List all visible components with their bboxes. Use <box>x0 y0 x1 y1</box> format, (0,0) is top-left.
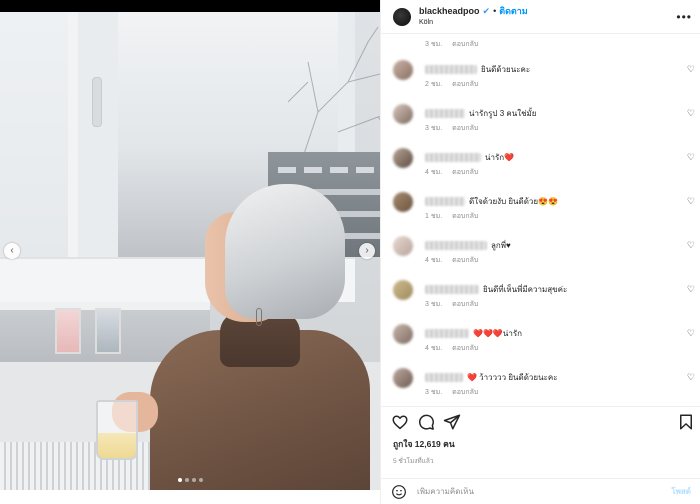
photo-scene <box>0 12 380 490</box>
comment-item: ดีใจด้วยงับ ยินดีด้วย😍😍 1 ชม. ตอบกลับ ♡ <box>381 192 700 232</box>
comment-time: 3 ชม. <box>425 389 443 396</box>
photo-frame <box>95 308 121 354</box>
smiley-icon[interactable] <box>391 484 407 500</box>
heart-icon[interactable]: ♡ <box>687 284 695 295</box>
reply-button[interactable]: ตอบกลับ <box>452 39 478 50</box>
comment-time: 3 ชม. <box>425 125 443 132</box>
carousel-next-button[interactable]: › <box>359 243 375 259</box>
comment-meta: 3 ชม. ตอบกลับ <box>425 39 478 50</box>
paper-plane-icon[interactable] <box>443 413 461 431</box>
comment-input[interactable] <box>417 487 672 496</box>
avatar[interactable] <box>393 280 413 300</box>
follow-button[interactable]: ติดตาม <box>499 6 528 17</box>
post-time[interactable]: 5 ชั่วโมงที่แล้ว <box>393 456 434 466</box>
avatar[interactable] <box>393 148 413 168</box>
comment-time: 2 ชม. <box>425 81 443 88</box>
comment-text: ❤️❤️❤️น่ารัก <box>473 329 522 338</box>
window-handle <box>92 77 102 127</box>
avatar[interactable] <box>393 7 411 26</box>
comment-text: น่ารักรูป 3 คนใช่มั้ย <box>469 109 537 118</box>
reply-button[interactable]: ตอบกลับ <box>452 123 478 134</box>
comment-item: ลูกพี่♥ 4 ชม. ตอบกลับ ♡ <box>381 236 700 276</box>
comment-username-blurred[interactable] <box>425 241 487 250</box>
comment-username-blurred[interactable] <box>425 153 481 162</box>
comment-item: ❤️❤️❤️น่ารัก 4 ชม. ตอบกลับ ♡ <box>381 324 700 364</box>
post-details-panel: blackheadpoo ✔ • ติดตาม Köln ••• 3 ชม. ต… <box>380 0 700 504</box>
heart-icon[interactable]: ♡ <box>687 328 695 339</box>
carousel-dots <box>178 478 203 482</box>
avatar[interactable] <box>393 368 413 388</box>
comment-username-blurred[interactable] <box>425 197 465 206</box>
tree-branches <box>287 26 380 172</box>
separator: • <box>493 5 497 16</box>
comment-compose: โพสต์ <box>381 478 700 504</box>
glass-cup <box>96 400 138 460</box>
carousel-dot <box>199 478 203 482</box>
comment-time: 1 ชม. <box>425 213 443 220</box>
reply-button[interactable]: ตอบกลับ <box>452 343 478 354</box>
reply-button[interactable]: ตอบกลับ <box>452 79 478 90</box>
post-header: blackheadpoo ✔ • ติดตาม Köln ••• <box>381 0 700 34</box>
heart-icon[interactable]: ♡ <box>687 196 695 207</box>
username-link[interactable]: blackheadpoo <box>419 6 480 17</box>
carousel-dot <box>192 478 196 482</box>
likes-count[interactable]: ถูกใจ 12,619 คน <box>393 437 455 451</box>
comment-time: 4 ชม. <box>425 345 443 352</box>
more-icon[interactable]: ••• <box>676 11 692 23</box>
comment-text: ยินดีด้วยนะคะ <box>481 65 531 74</box>
avatar[interactable] <box>393 236 413 256</box>
heart-icon[interactable] <box>391 413 409 431</box>
avatar[interactable] <box>393 192 413 212</box>
comment-item: น่ารัก❤️ 4 ชม. ตอบกลับ ♡ <box>381 148 700 188</box>
reply-button[interactable]: ตอบกลับ <box>452 299 478 310</box>
carousel-prev-button[interactable]: ‹ <box>4 243 20 259</box>
heart-icon[interactable]: ♡ <box>687 64 695 75</box>
comment-time: 4 ชม. <box>425 169 443 176</box>
comment-item: ยินดีด้วยนะคะ 2 ชม. ตอบกลับ ♡ <box>381 60 700 100</box>
comment-username-blurred[interactable] <box>425 109 465 118</box>
comment-username-blurred[interactable] <box>425 373 463 382</box>
avatar[interactable] <box>393 324 413 344</box>
comment-time: 3 ชม. <box>425 301 443 308</box>
heart-icon[interactable]: ♡ <box>687 372 695 383</box>
verified-badge-icon: ✔ <box>482 5 491 16</box>
comment-text: ลูกพี่♥ <box>491 241 511 250</box>
post-button[interactable]: โพสต์ <box>671 485 691 498</box>
comment-item: ❤️ ว้าวววว ยินดีด้วยนะคะ 3 ชม. ตอบกลับ ♡ <box>381 368 700 406</box>
avatar[interactable] <box>393 104 413 124</box>
carousel-dot <box>185 478 189 482</box>
action-bar <box>381 406 700 436</box>
comment-time: 4 ชม. <box>425 257 443 264</box>
earring <box>256 308 262 326</box>
reply-button[interactable]: ตอบกลับ <box>452 255 478 266</box>
heart-icon[interactable]: ♡ <box>687 240 695 251</box>
comment-username-blurred[interactable] <box>425 285 479 294</box>
comment-username-blurred[interactable] <box>425 329 469 338</box>
window-glass-left <box>0 12 78 257</box>
comment-item: ยินดีที่เห็นพี่มีความสุขค่ะ 3 ชม. ตอบกลับ… <box>381 280 700 320</box>
post-photo[interactable]: ‹ › <box>0 0 380 490</box>
reply-button[interactable]: ตอบกลับ <box>452 211 478 222</box>
comment-text: ❤️ ว้าวววว ยินดีด้วยนะคะ <box>467 373 558 382</box>
comment-icon[interactable] <box>417 413 435 431</box>
comments-list[interactable]: 3 ชม. ตอบกลับ ยินดีด้วยนะคะ 2 ชม. ตอบกลับ… <box>381 34 700 406</box>
photo-frame <box>55 308 81 354</box>
comment-time: 3 ชม. <box>425 41 443 48</box>
reply-button[interactable]: ตอบกลับ <box>452 167 478 178</box>
reply-button[interactable]: ตอบกลับ <box>452 387 478 398</box>
comment-text: น่ารัก❤️ <box>485 153 515 162</box>
heart-icon[interactable]: ♡ <box>687 108 695 119</box>
comment-item: น่ารักรูป 3 คนใช่มั้ย 3 ชม. ตอบกลับ ♡ <box>381 104 700 144</box>
comment-text: ดีใจด้วยงับ ยินดีด้วย😍😍 <box>469 197 559 206</box>
bookmark-icon[interactable] <box>677 413 695 431</box>
comment-text: ยินดีที่เห็นพี่มีความสุขค่ะ <box>483 285 568 294</box>
location-link[interactable]: Köln <box>419 17 528 28</box>
comment-username-blurred[interactable] <box>425 65 477 74</box>
avatar[interactable] <box>393 60 413 80</box>
heart-icon[interactable]: ♡ <box>687 152 695 163</box>
carousel-dot <box>178 478 182 482</box>
person-hair <box>225 184 345 319</box>
